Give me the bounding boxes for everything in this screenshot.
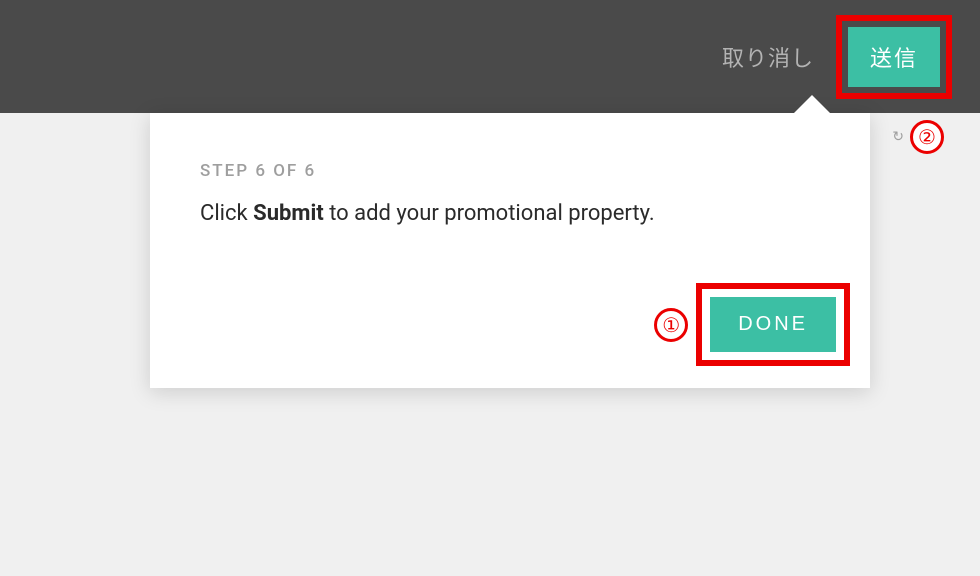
instruction-suffix: to add your promotional property.	[324, 201, 655, 226]
step-tooltip-card: STEP 6 OF 6 Click Submit to add your pro…	[150, 113, 870, 388]
cancel-link[interactable]: 取り消し	[722, 41, 814, 73]
submit-button[interactable]: 送信	[848, 27, 940, 87]
annotation-two-wrapper: ↻ ②	[892, 120, 944, 154]
step-label: STEP 6 OF 6	[200, 161, 820, 181]
header-bar: 取り消し 送信	[0, 0, 980, 113]
done-highlight-box: DONE	[696, 283, 850, 366]
instruction-prefix: Click	[200, 201, 253, 226]
annotation-two: ②	[910, 120, 944, 154]
submit-highlight-box: 送信	[836, 15, 952, 99]
annotation-one: ①	[654, 308, 688, 342]
done-button[interactable]: DONE	[710, 297, 836, 352]
tooltip-arrow	[792, 95, 832, 115]
done-area: ① DONE	[654, 283, 850, 366]
instruction-bold: Submit	[253, 201, 324, 226]
instruction-text: Click Submit to add your promotional pro…	[200, 199, 820, 230]
reload-hint-icon: ↻	[892, 129, 904, 145]
